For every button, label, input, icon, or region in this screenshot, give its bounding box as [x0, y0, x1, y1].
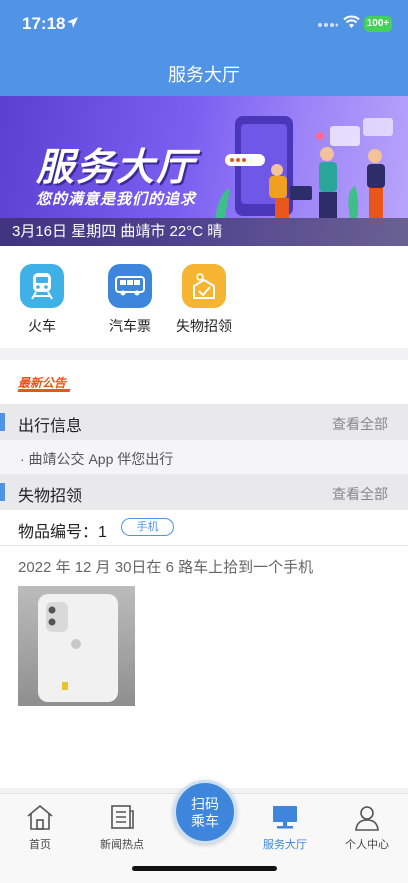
tab-profile[interactable]: 个人中心: [327, 802, 407, 852]
profile-icon: [355, 806, 379, 831]
tab-home[interactable]: 首页: [0, 802, 80, 852]
phone-photo-graphic: [38, 594, 118, 702]
item-photo[interactable]: [18, 586, 135, 706]
banner-illustration: [215, 116, 393, 218]
page-title: 服务大厅: [168, 65, 240, 85]
news-icon: [111, 805, 134, 829]
item-number: 物品编号：1: [18, 524, 107, 541]
train-icon: [20, 264, 64, 308]
tab-news[interactable]: 新闻热点: [82, 802, 162, 852]
wifi-icon: [343, 15, 360, 28]
quick-item-lost-found[interactable]: 失物招领: [164, 264, 244, 336]
banner-slogan: 您的满意是我们的追求: [36, 191, 197, 208]
tab-label: 首页: [29, 839, 51, 851]
tab-service-hall[interactable]: 服务大厅: [245, 802, 325, 852]
lost-view-all-link[interactable]: 查看全部: [332, 484, 388, 504]
service-hall-icon: [273, 806, 297, 829]
lost-found-icon: [182, 264, 226, 308]
item-description: 2022 年 12 月 30日在 6 路车上拾到一个手机: [18, 559, 314, 576]
bus-icon: [108, 264, 152, 308]
scan-label-line1: 扫码: [191, 796, 219, 812]
travel-info-text: · 曲靖公交 App 伴您出行: [20, 451, 174, 467]
travel-info-item[interactable]: · 曲靖公交 App 伴您出行: [0, 440, 408, 474]
latest-notice-tag: 最新公告: [17, 374, 71, 392]
travel-info-header: 出行信息 查看全部: [0, 404, 408, 440]
tab-label: 新闻热点: [100, 839, 144, 851]
date-weather-bar: 3月16日 星期四 曲靖市 22°C 晴: [0, 218, 408, 246]
quick-item-train[interactable]: 火车: [2, 264, 82, 336]
battery-indicator: 100+: [364, 16, 392, 32]
signal-dots-icon: [318, 23, 338, 27]
status-time: 17:18: [22, 14, 66, 33]
location-arrow-icon: [67, 17, 78, 28]
quick-item-bus-ticket[interactable]: 汽车票: [90, 264, 170, 336]
quick-item-label: 火车: [28, 318, 56, 334]
tab-label: 服务大厅: [263, 839, 307, 851]
nav-bar: 服务大厅: [0, 50, 408, 96]
section-accent: [0, 483, 5, 501]
scan-label-line2: 乘车: [191, 813, 219, 829]
quick-entries: 火车 汽车票 失物招领: [0, 246, 408, 348]
status-bar: 17:18 100+: [0, 0, 408, 50]
home-icon: [27, 804, 53, 830]
quick-item-label: 失物招领: [176, 318, 232, 334]
notice-tag-text: 最新公告: [18, 376, 67, 390]
banner[interactable]: 服务大厅 您的满意是我们的追求 3月16日 星期四 曲靖市 22°C 晴: [0, 96, 408, 246]
scan-to-ride-button[interactable]: 扫码 乘车: [173, 780, 237, 844]
section-accent: [0, 413, 5, 431]
lost-item-card[interactable]: 物品编号：1 手机 2022 年 12 月 30日在 6 路车上拾到一个手机: [0, 510, 408, 788]
travel-info-title: 出行信息: [18, 418, 83, 435]
home-indicator[interactable]: [132, 866, 277, 871]
tab-label: 个人中心: [345, 839, 389, 851]
notice-underline: [17, 389, 71, 392]
banner-headline: 服务大厅: [36, 147, 197, 189]
travel-view-all-link[interactable]: 查看全部: [332, 414, 388, 434]
latest-notice[interactable]: 最新公告: [0, 360, 408, 404]
category-badge: 手机: [121, 518, 174, 536]
lost-found-title: 失物招领: [18, 488, 83, 505]
quick-item-label: 汽车票: [109, 318, 151, 334]
divider: [0, 545, 408, 546]
lost-found-header: 失物招领 查看全部: [0, 474, 408, 510]
